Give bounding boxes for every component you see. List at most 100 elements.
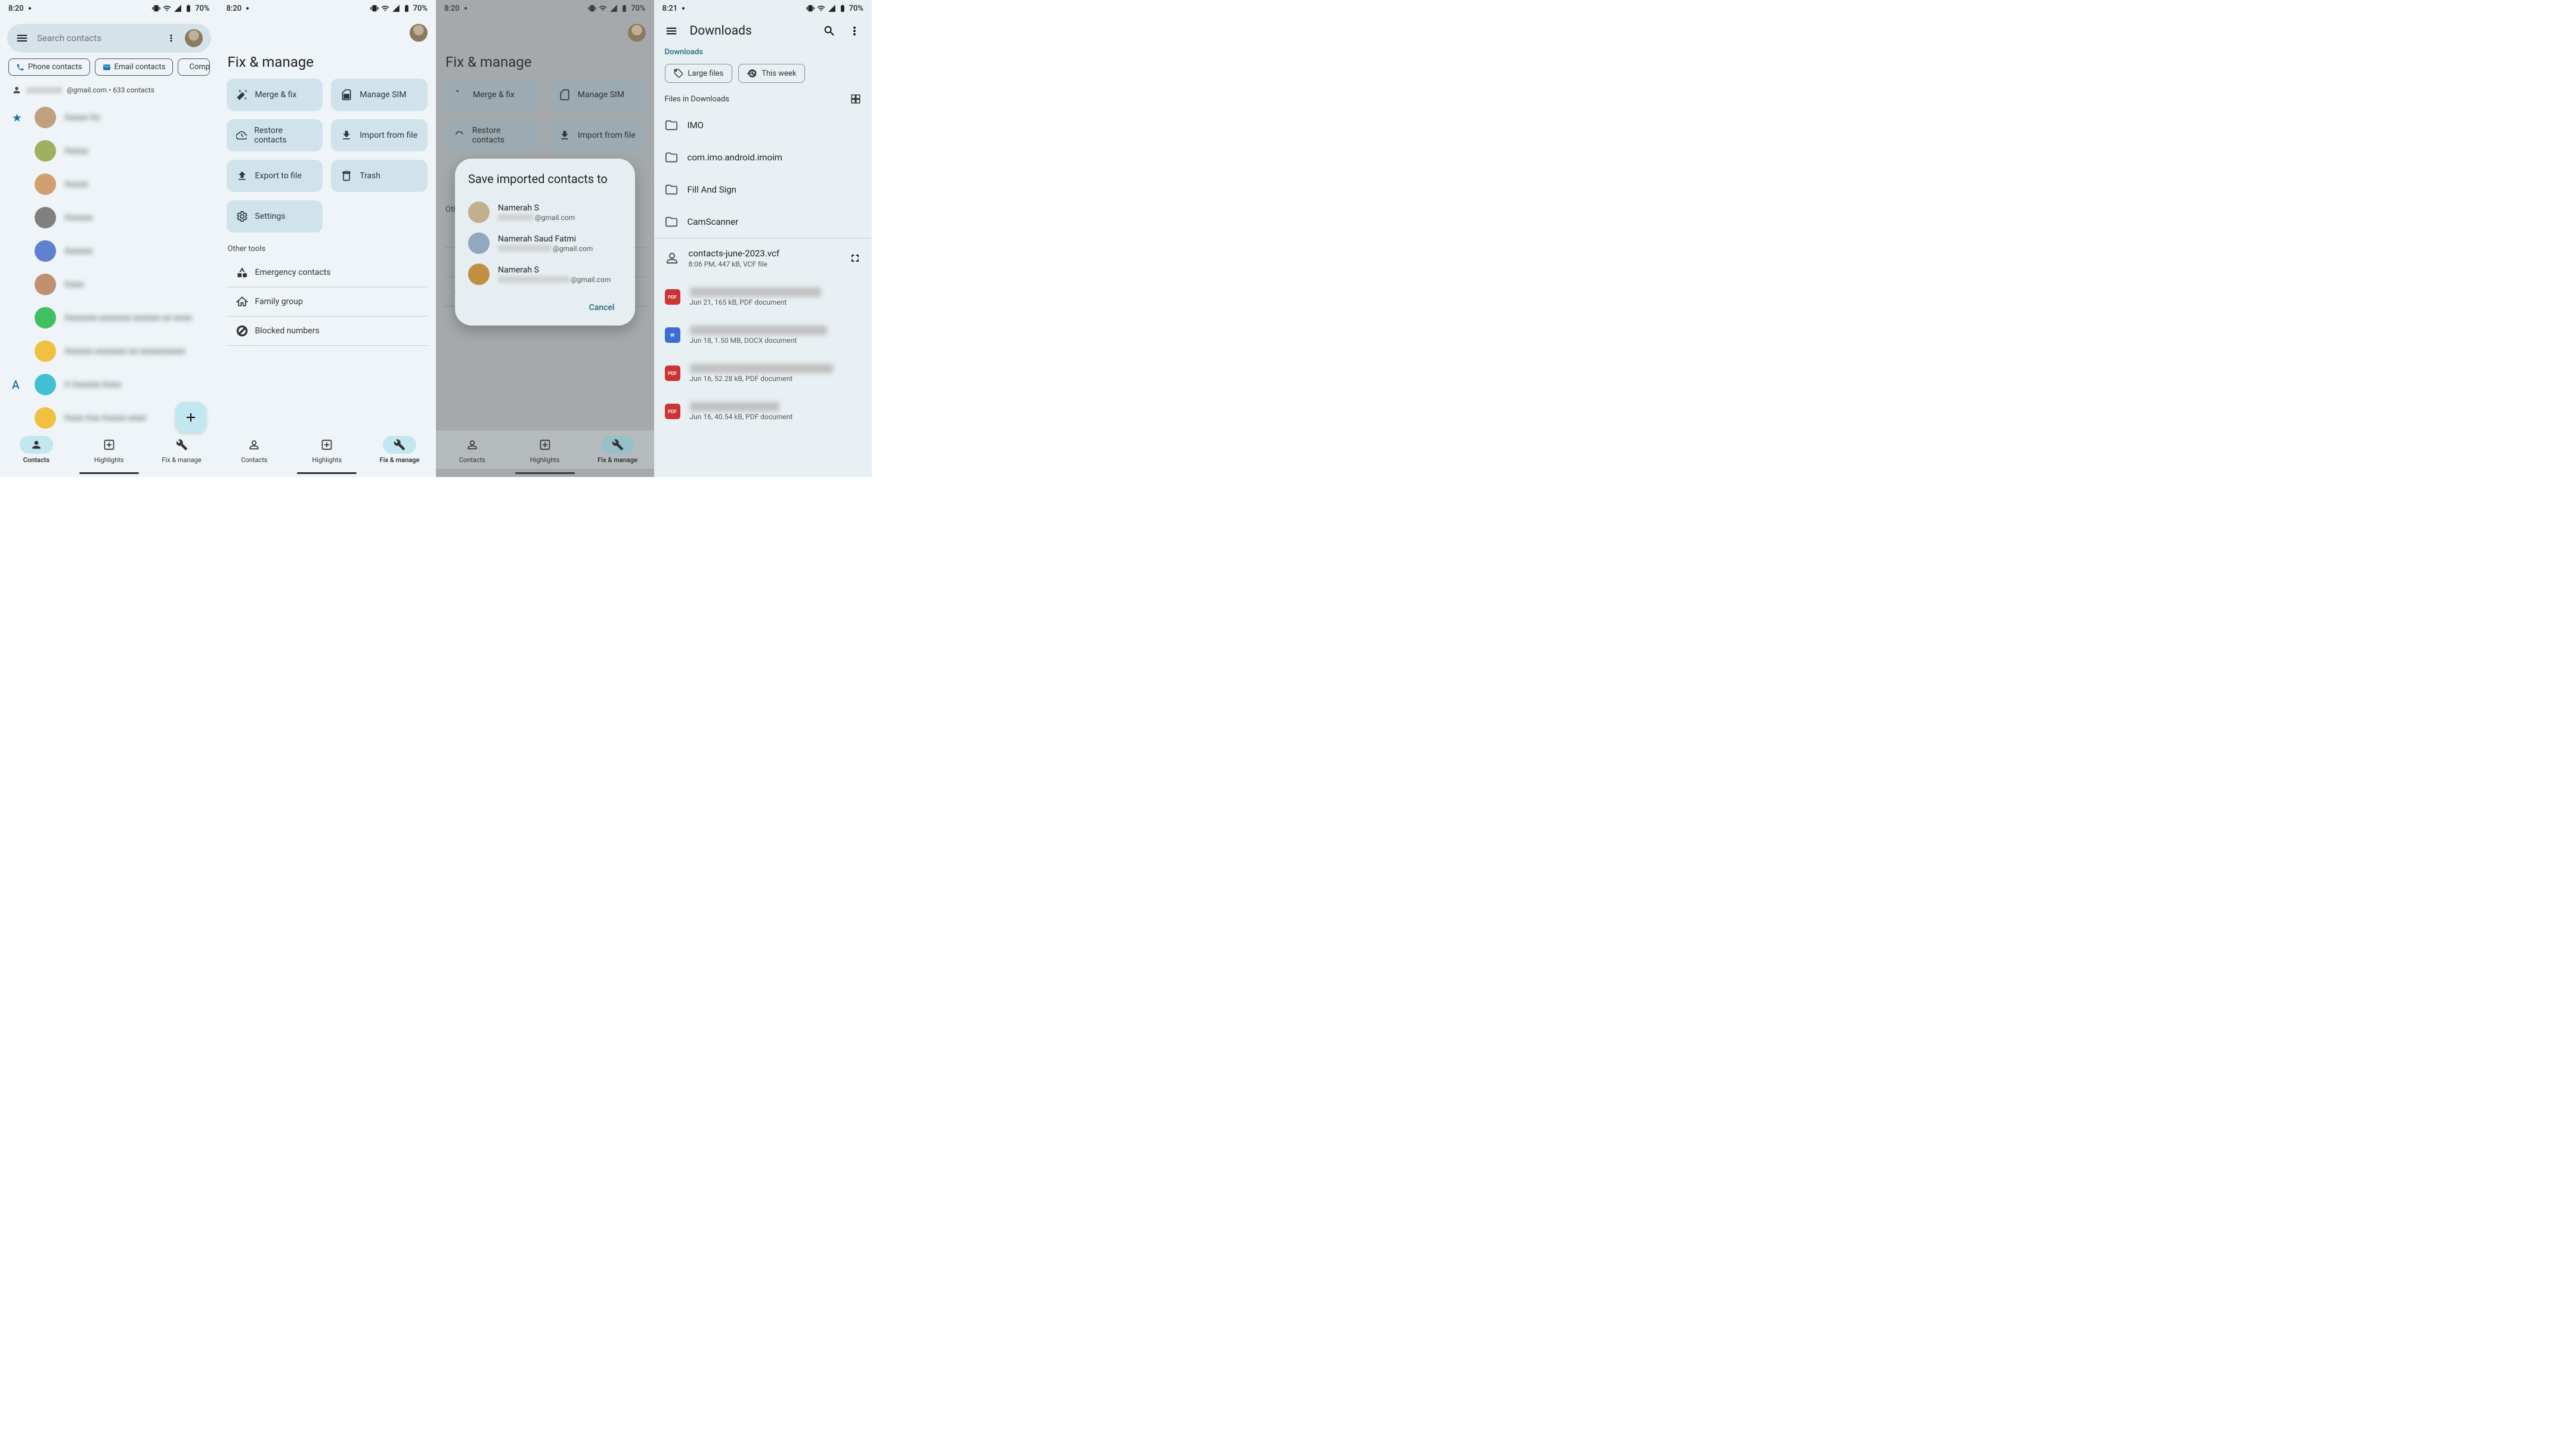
pdf-icon: PDF <box>665 366 680 381</box>
wifi-icon <box>599 4 607 13</box>
status-bar: 8:20 70% <box>218 0 436 17</box>
trash-button[interactable]: Trash <box>331 160 428 192</box>
this-week-chip[interactable]: This week <box>738 64 805 83</box>
star-icon: ★ <box>12 111 22 125</box>
contact-item[interactable]: ★Aaaaa Aa <box>0 101 218 134</box>
wifi-icon <box>163 4 171 13</box>
family-group-button[interactable]: Family group <box>227 287 428 317</box>
contact-item[interactable]: Aaaaa <box>0 168 218 201</box>
contact-item[interactable]: Aaaa <box>0 268 218 301</box>
more-icon[interactable] <box>848 24 861 38</box>
profile-avatar[interactable] <box>185 29 203 47</box>
pdf-icon: PDF <box>665 404 680 419</box>
contact-item[interactable]: Aaaaaa <box>0 201 218 234</box>
search-bar[interactable] <box>7 24 211 52</box>
fullscreen-icon[interactable] <box>849 252 861 264</box>
folder-item[interactable]: CamScanner <box>654 206 872 238</box>
vcf-file-item[interactable]: contacts-june-2023.vcf8:06 PM, 447 kB, V… <box>654 238 872 278</box>
account-option[interactable]: Namerah S@gmail.com <box>468 259 622 290</box>
file-item[interactable]: PDFJun 16, 40.54 kB, PDF document <box>654 392 872 430</box>
phone-contacts-chip[interactable]: Phone contacts <box>8 58 90 76</box>
nav-contacts[interactable]: Contacts <box>0 430 73 469</box>
downloads-screen: 8:21 70% Downloads Downloads Large files… <box>654 0 872 477</box>
tools-grid-dimmed: Merge & fix Manage SIM Restore contacts … <box>436 79 654 151</box>
vibrate-icon <box>588 4 596 13</box>
emergency-contacts-button[interactable]: Emergency contacts <box>227 258 428 287</box>
add-contact-fab[interactable] <box>175 402 206 433</box>
bottom-nav: Contacts Highlights Fix & manage <box>0 430 218 469</box>
vibrate-icon <box>152 4 160 13</box>
page-title: Fix & manage <box>218 45 436 79</box>
status-bar: 8:20 70% <box>0 0 218 17</box>
export-to-file-button[interactable]: Export to file <box>227 160 323 192</box>
hamburger-icon[interactable] <box>16 32 29 45</box>
nav-highlights[interactable]: Highlights <box>73 430 145 469</box>
contact-item[interactable]: Aaaaa <box>0 134 218 168</box>
file-item[interactable]: PDFJun 21, 165 kB, PDF document <box>654 278 872 316</box>
account-option[interactable]: Namerah S@gmail.com <box>468 197 622 228</box>
hamburger-icon[interactable] <box>665 24 678 38</box>
wifi-icon <box>381 4 389 13</box>
more-icon[interactable] <box>166 33 177 44</box>
folder-item[interactable]: IMO <box>654 109 872 141</box>
page-title: Downloads <box>690 24 812 38</box>
file-list: IMO com.imo.android.imoim Fill And Sign … <box>654 109 872 477</box>
nav-contacts[interactable]: Contacts <box>218 430 291 469</box>
filter-chips: Large files This week <box>654 64 872 91</box>
battery-icon <box>838 4 847 13</box>
account-summary: @gmail.com • 633 contacts <box>0 82 218 101</box>
manage-sim-button[interactable]: Manage SIM <box>331 79 428 111</box>
signal-icon <box>392 4 400 13</box>
blocked-numbers-button[interactable]: Blocked numbers <box>227 317 428 346</box>
battery-icon <box>402 4 411 13</box>
battery-icon <box>184 4 193 13</box>
restore-contacts-button[interactable]: Restore contacts <box>227 119 323 151</box>
settings-button[interactable]: Settings <box>227 200 323 233</box>
docx-icon: W <box>665 327 680 343</box>
page-title: Fix & manage <box>436 45 654 79</box>
account-option[interactable]: Namerah Saud Fatmi@gmail.com <box>468 228 622 259</box>
bottom-nav: Contacts Highlights Fix & manage <box>218 430 436 469</box>
nav-fix-manage[interactable]: Fix & manage <box>363 430 436 469</box>
files-section-header: Files in Downloads <box>654 91 872 109</box>
contact-item[interactable]: Aaaaaa <box>0 234 218 268</box>
breadcrumb-path[interactable]: Downloads <box>654 45 872 64</box>
vibrate-icon <box>806 4 815 13</box>
cancel-button[interactable]: Cancel <box>582 298 622 317</box>
folder-item[interactable]: com.imo.android.imoim <box>654 141 872 174</box>
contact-item[interactable]: Aaaaaaa aaaaaaa aaaaaa aa aaaa <box>0 301 218 334</box>
battery-icon <box>620 4 628 13</box>
wifi-icon <box>817 4 825 13</box>
import-from-file-button[interactable]: Import from file <box>331 119 428 151</box>
bottom-nav-dimmed: Contacts Highlights Fix & manage <box>436 430 654 469</box>
pdf-icon: PDF <box>665 289 680 305</box>
email-contacts-chip[interactable]: Email contacts <box>95 58 174 76</box>
save-imported-dialog: Save imported contacts to Namerah S@gmai… <box>455 159 635 326</box>
large-files-chip[interactable]: Large files <box>665 64 733 83</box>
signal-icon <box>174 4 182 13</box>
merge-fix-button[interactable]: Merge & fix <box>227 79 323 111</box>
import-dialog-screen: 8:20 70% Fix & manage Merge & fix Manage… <box>436 0 654 477</box>
contacts-screen: 8:20 70% Phone contacts Email contacts C… <box>0 0 218 477</box>
signal-icon <box>609 4 618 13</box>
file-item[interactable]: PDFJun 16, 52.28 kB, PDF document <box>654 354 872 392</box>
search-input[interactable] <box>37 33 157 44</box>
nav-highlights[interactable]: Highlights <box>290 430 363 469</box>
nav-fix-manage[interactable]: Fix & manage <box>145 430 218 469</box>
section-letter: A <box>12 378 20 392</box>
company-chip[interactable]: Compa <box>178 58 209 76</box>
profile-avatar <box>628 24 646 42</box>
contact-item[interactable]: AA Aaaaaa Aaaa <box>0 368 218 401</box>
file-item[interactable]: WJun 18, 1.50 MB, DOCX document <box>654 316 872 354</box>
contact-item[interactable]: Aaaaaa aaaaaaa aa aaaaaaaaaa <box>0 334 218 368</box>
folder-item[interactable]: Fill And Sign <box>654 174 872 206</box>
signal-icon <box>828 4 836 13</box>
search-icon[interactable] <box>823 24 836 38</box>
filter-chips: Phone contacts Email contacts Compa <box>0 58 218 82</box>
status-bar: 8:20 70% <box>436 0 654 17</box>
profile-avatar[interactable] <box>410 24 428 42</box>
downloads-header: Downloads <box>654 17 872 45</box>
fix-manage-screen: 8:20 70% Fix & manage Merge & fix Manage… <box>218 0 436 477</box>
tools-grid: Merge & fix Manage SIM Restore contacts … <box>218 79 436 233</box>
grid-view-icon[interactable] <box>850 94 861 104</box>
